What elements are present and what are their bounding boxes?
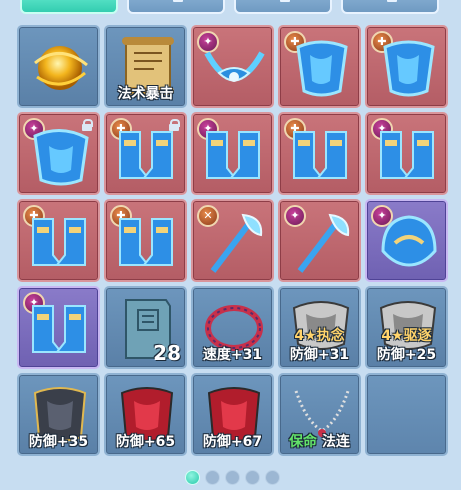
blue-armor-icon — [383, 40, 435, 97]
inventory-slot[interactable]: ✦ — [365, 199, 448, 282]
slot-caption: 防御+67 — [202, 434, 263, 450]
inventory-slot[interactable]: 4★执念 防御+31 — [278, 286, 361, 369]
blue-boots-icon — [32, 218, 86, 266]
inventory-slot-empty[interactable] — [365, 373, 448, 456]
inventory-slot[interactable]: 防御+65 — [104, 373, 187, 456]
slot-caption: 防御+31 — [289, 347, 350, 363]
tab-2[interactable] — [127, 0, 225, 14]
page-dot-5[interactable] — [265, 470, 280, 485]
blue-boots-icon — [32, 305, 86, 353]
inventory-slot[interactable]: 速度+31 — [191, 286, 274, 369]
blue-boots-icon — [380, 131, 434, 179]
inventory-slot[interactable]: ✦ — [17, 286, 100, 369]
tab-notch — [387, 0, 397, 2]
inventory-grid: 法术暴击 ✦ ✚ ✚ ✦ ✚ ✦ ✚ ✦ ✚ ✚ ✕ ✦ ✦ ✦ 28 速度+3… — [17, 25, 448, 456]
blue-helmet-icon — [381, 215, 437, 267]
tab-4[interactable] — [341, 0, 439, 14]
inventory-slot[interactable]: ✚ — [365, 25, 448, 108]
inventory-slot[interactable] — [17, 25, 100, 108]
blue-boots-icon — [293, 131, 347, 179]
blue-boots-icon — [119, 218, 173, 266]
blue-necklace-icon — [204, 51, 265, 82]
set-label: 4★执念 — [294, 328, 345, 344]
inventory-slot[interactable]: ✚ — [104, 112, 187, 195]
blue-armor-icon — [296, 40, 348, 97]
slot-caption: 速度+31 — [202, 347, 263, 363]
slot-caption: 保命 法连 — [280, 431, 359, 451]
stack-count: 28 — [153, 341, 181, 365]
tab-notch — [173, 0, 183, 2]
inventory-slot[interactable]: 防御+67 — [191, 373, 274, 456]
blue-staff-icon — [297, 213, 350, 273]
slot-caption: 防御+65 — [115, 434, 176, 450]
caption-text: 法连 — [321, 434, 350, 450]
inventory-slot[interactable]: 保命 法连 — [278, 373, 361, 456]
inventory-slot[interactable]: 防御+35 — [17, 373, 100, 456]
page-indicator — [185, 470, 280, 485]
blue-staff-icon — [210, 213, 263, 273]
top-tab-strip — [0, 0, 461, 16]
tab-notch — [280, 0, 290, 2]
inventory-slot[interactable]: 4★驱逐 防御+25 — [365, 286, 448, 369]
set-label: 4★驱逐 — [381, 328, 432, 344]
inventory-slot[interactable]: ✚ — [104, 199, 187, 282]
inventory-slot[interactable]: ✦ — [17, 112, 100, 195]
slot-caption: 防御+25 — [376, 347, 437, 363]
slot-caption: 防御+35 — [28, 434, 89, 450]
inventory-slot[interactable]: 28 — [104, 286, 187, 369]
inventory-slot[interactable]: ✦ — [191, 112, 274, 195]
slot-caption: 法术暴击 — [117, 86, 174, 102]
caption-highlight: 保命 — [289, 434, 318, 450]
blue-boots-icon — [206, 131, 260, 179]
tab-1[interactable] — [20, 0, 118, 14]
inventory-slot[interactable]: 法术暴击 — [104, 25, 187, 108]
inventory-slot[interactable]: ✕ — [191, 199, 274, 282]
page-dot-3[interactable] — [225, 470, 240, 485]
inventory-slot[interactable]: ✦ — [191, 25, 274, 108]
page-dot-4[interactable] — [245, 470, 260, 485]
inventory-slot[interactable]: ✚ — [17, 199, 100, 282]
blue-armor-icon — [33, 129, 89, 186]
tab-3[interactable] — [234, 0, 332, 14]
inventory-slot[interactable]: ✦ — [278, 199, 361, 282]
page-dot-2[interactable] — [205, 470, 220, 485]
golden-orb-icon — [34, 46, 88, 90]
page-dot-1[interactable] — [185, 470, 200, 485]
blue-boots-icon — [119, 131, 173, 179]
inventory-slot[interactable]: ✚ — [278, 112, 361, 195]
inventory-slot[interactable]: ✦ — [365, 112, 448, 195]
inventory-slot[interactable]: ✚ — [278, 25, 361, 108]
